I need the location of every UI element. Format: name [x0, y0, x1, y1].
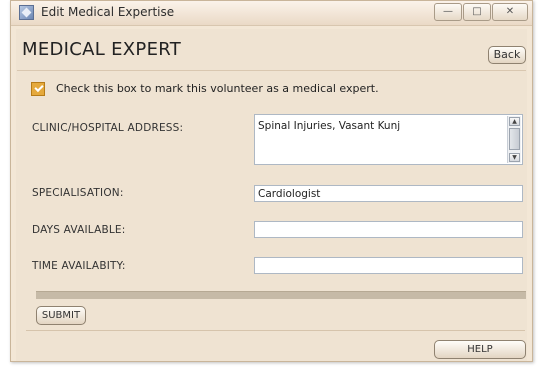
edit-medical-expertise-window: Edit Medical Expertise — □ ✕ MEDICAL EXP…: [10, 0, 533, 362]
header-divider: [17, 70, 526, 71]
specialisation-field[interactable]: Cardiologist: [254, 185, 523, 202]
clinic-address-scrollbar[interactable]: ▲ ▼: [507, 116, 521, 163]
help-button[interactable]: HELP: [434, 340, 526, 359]
days-available-label: DAYS AVAILABLE:: [32, 224, 126, 236]
clinic-address-value: Spinal Injuries, Vasant Kunj: [258, 120, 401, 132]
clinic-address-field[interactable]: Spinal Injuries, Vasant Kunj ▲ ▼: [254, 114, 523, 165]
maximize-button[interactable]: □: [463, 3, 491, 21]
close-button[interactable]: ✕: [492, 3, 528, 21]
submit-button[interactable]: SUBMIT: [36, 306, 86, 325]
app-icon: [19, 5, 34, 20]
page-title: MEDICAL EXPERT: [22, 39, 182, 60]
time-availability-field[interactable]: [254, 257, 523, 274]
form-panel: MEDICAL EXPERT Back Check this box to ma…: [16, 29, 527, 361]
window-title: Edit Medical Expertise: [41, 5, 175, 19]
scroll-down-icon[interactable]: ▼: [509, 153, 520, 162]
scroll-thumb[interactable]: [509, 128, 520, 150]
medical-expert-checkbox[interactable]: [31, 82, 45, 96]
back-button[interactable]: Back: [488, 46, 526, 64]
footer-divider: [26, 330, 525, 331]
minimize-button[interactable]: —: [434, 3, 462, 21]
time-availability-label: TIME AVAILABITY:: [32, 260, 126, 272]
clinic-address-label: CLINIC/HOSPITAL ADDRESS:: [32, 122, 184, 134]
specialisation-label: SPECIALISATION:: [32, 187, 124, 199]
medical-expert-checkbox-label: Check this box to mark this volunteer as…: [56, 82, 379, 95]
progress-bar: [36, 291, 526, 299]
days-available-field[interactable]: [254, 221, 523, 238]
title-bar[interactable]: Edit Medical Expertise — □ ✕: [11, 1, 532, 26]
scroll-up-icon[interactable]: ▲: [509, 117, 520, 126]
